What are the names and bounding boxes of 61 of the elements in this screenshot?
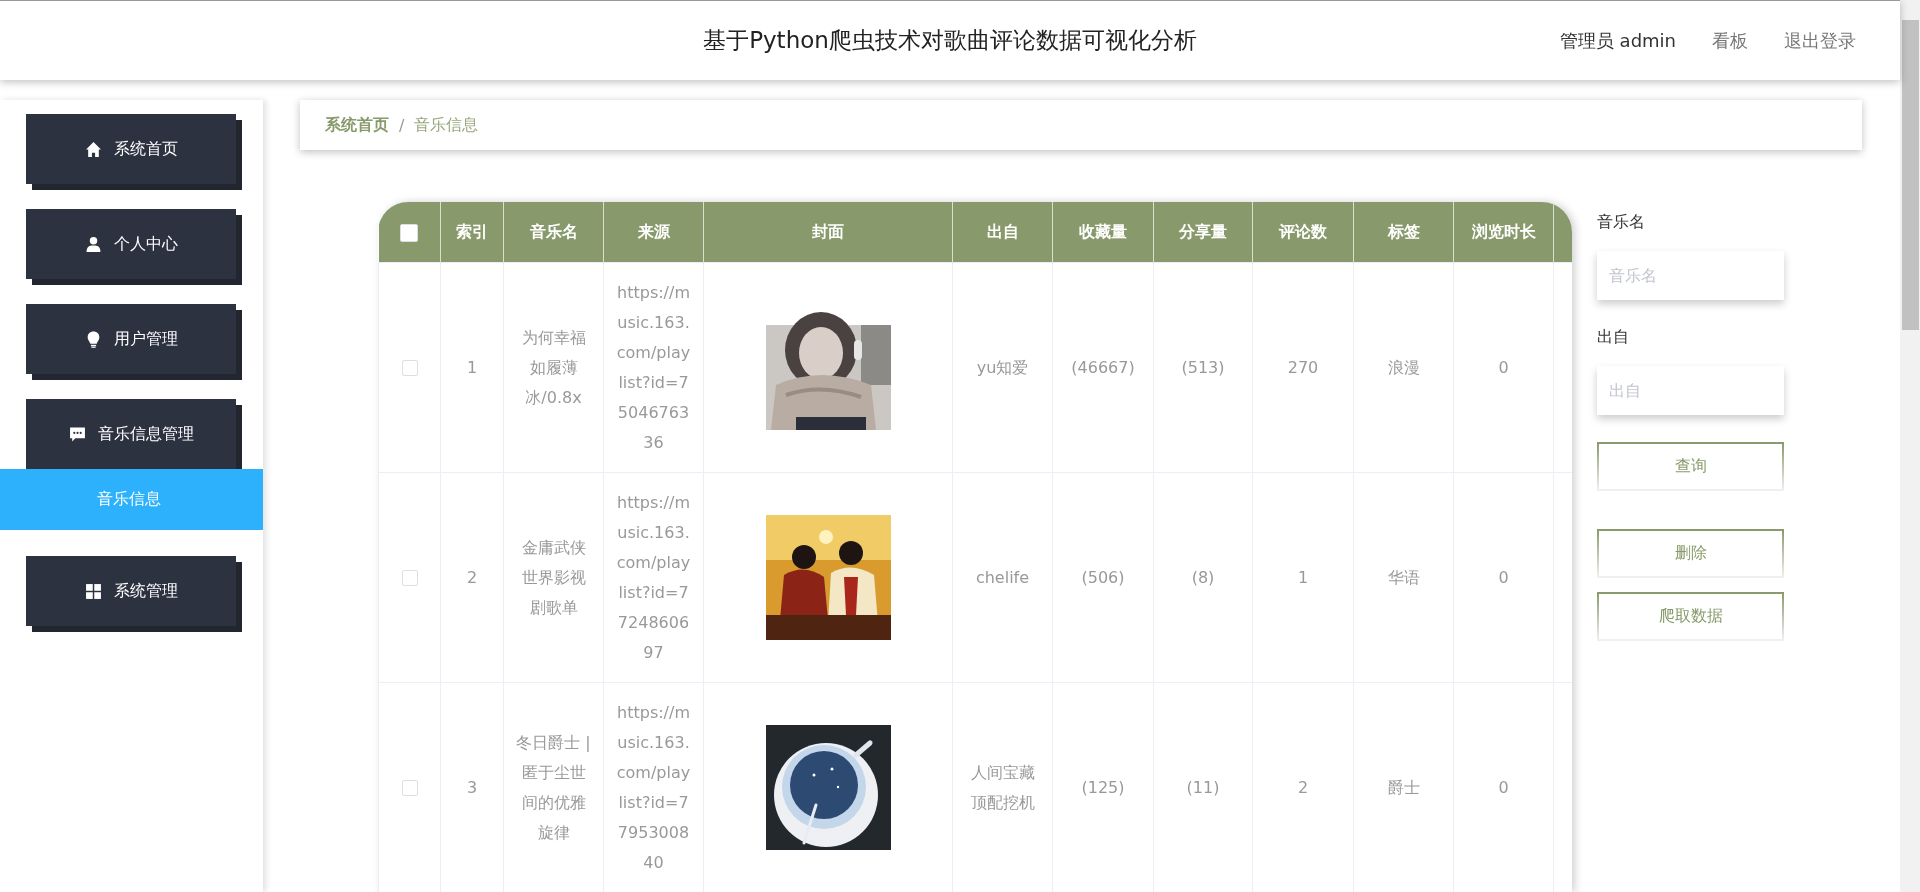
row-checkbox[interactable] — [401, 570, 418, 586]
user-menu-link[interactable]: 管理员 admin — [1559, 28, 1676, 53]
column-header: 封面 — [703, 202, 953, 263]
table-cell-text: 1 — [466, 356, 478, 379]
table-cell-text: 为何幸福如履薄冰/0.8x — [520, 326, 587, 409]
column-header: 来源 — [603, 202, 704, 263]
table-cell-text: 270 — [1287, 356, 1319, 379]
action-button[interactable]: 爬取数据 — [1597, 592, 1784, 641]
grid-icon — [84, 582, 102, 600]
column-header: 浏览时长 — [1453, 202, 1554, 263]
breadcrumb-separator: / — [399, 115, 405, 135]
select-all-checkbox[interactable] — [400, 223, 419, 242]
column-header: 音乐名 — [503, 202, 604, 263]
table-cell-text: 2 — [1297, 776, 1309, 799]
scrollbar-thumb[interactable] — [1901, 20, 1919, 330]
table-cell-text: yu知爱 — [976, 356, 1029, 379]
nav-link[interactable]: 退出登录 — [1784, 28, 1856, 53]
table-cell-text: 冬日爵士 | 匿于尘世间的优雅旋律 — [516, 731, 591, 844]
home-icon — [84, 140, 102, 158]
table-cell-text: chelife — [975, 566, 1030, 589]
input-field[interactable]: 音乐名 — [1597, 251, 1784, 300]
scrollbar[interactable] — [1900, 0, 1920, 892]
table-cell-text: 0 — [1498, 776, 1509, 799]
column-header: 分享量 — [1153, 202, 1253, 263]
table-cell-text: 人间宝藏顶配挖机 — [969, 761, 1036, 814]
column-header: 收藏量 — [1052, 202, 1154, 263]
table-cell-text: https://music.163.com/playlist?id=7724860697 — [616, 491, 691, 664]
person-icon — [84, 235, 102, 253]
field-label: 出自 — [1597, 327, 1630, 348]
search-button[interactable]: 查询 — [1597, 442, 1784, 491]
table-cell-text: https://music.163.com/playlist?id=7504676336 — [616, 281, 691, 454]
page-title: 基于Python爬虫技术对歌曲评论数据可视化分析 — [703, 26, 1197, 55]
nav-link[interactable]: 看板 — [1712, 28, 1748, 53]
table-cell-text: 爵士 — [1387, 776, 1420, 799]
table-cell-text: 0 — [1498, 566, 1509, 589]
table-cell-text: (506) — [1081, 566, 1125, 589]
table-cell-text: 华语 — [1387, 566, 1420, 589]
column-header: 标签 — [1353, 202, 1454, 263]
table-cell-text: (125) — [1081, 776, 1125, 799]
chat-icon — [68, 425, 86, 443]
table-cell-text: 浪漫 — [1387, 356, 1420, 379]
column-header: 评论数 — [1252, 202, 1354, 263]
table-cell-text: 3 — [466, 776, 478, 799]
field-label: 音乐名 — [1597, 212, 1646, 233]
breadcrumb-link[interactable]: 系统首页 — [325, 114, 389, 136]
table-cell-text: 金庸武侠世界影视剧歌单 — [520, 536, 587, 619]
table-cell-text: (11) — [1186, 776, 1220, 799]
table-cell-text: 1 — [1297, 566, 1309, 589]
input-field[interactable]: 出自 — [1597, 366, 1784, 415]
row-checkbox[interactable] — [401, 360, 418, 376]
table-cell-text: https://music.163.com/playlist?id=7795300840 — [616, 701, 691, 874]
column-header: 出自 — [952, 202, 1053, 263]
row-checkbox[interactable] — [401, 780, 418, 796]
table-cell-text: (513) — [1181, 356, 1225, 379]
column-header: 索引 — [440, 202, 504, 263]
table-cell-text: (8) — [1191, 566, 1215, 589]
breadcrumb-current-page: 音乐信息 — [414, 114, 479, 136]
table-cell-text: 0 — [1498, 356, 1509, 379]
table-cell-text: (46667) — [1071, 356, 1135, 379]
table-cell-text: 2 — [466, 566, 478, 589]
action-button[interactable]: 删除 — [1597, 529, 1784, 578]
